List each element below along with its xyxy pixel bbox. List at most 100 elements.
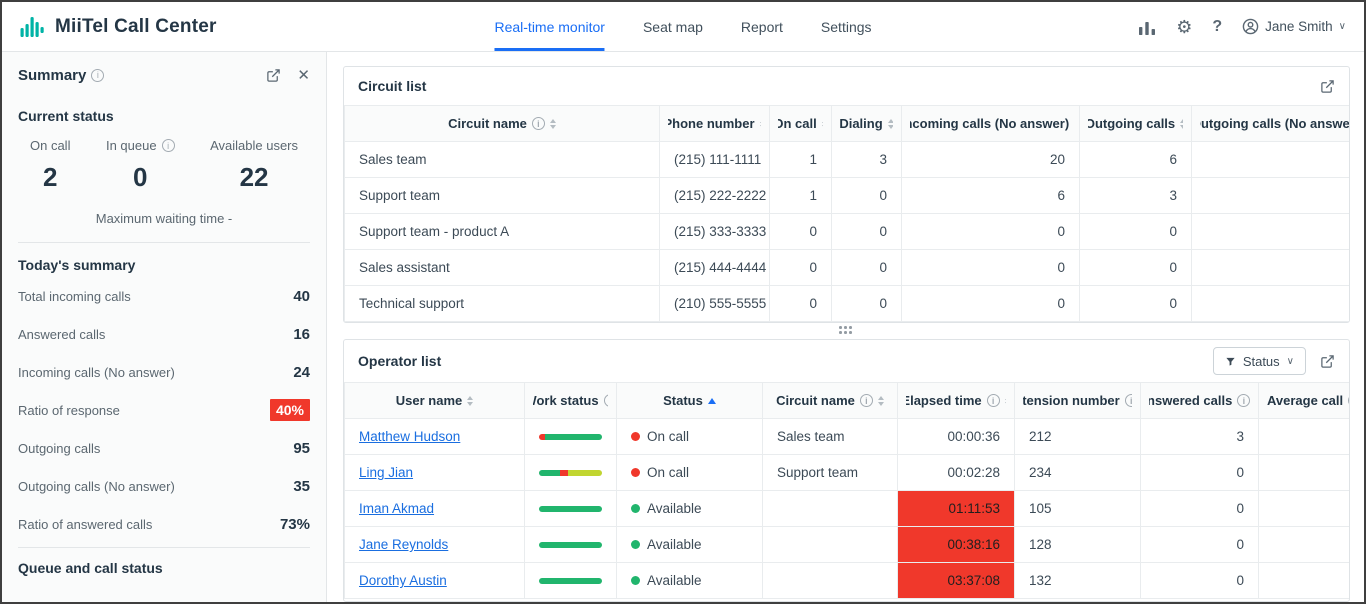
phone-cell: (215) 222-2222: [659, 177, 770, 214]
tab-report[interactable]: Report: [741, 2, 783, 51]
summary-row-value: 73%: [279, 515, 310, 533]
funnel-icon: [1225, 356, 1236, 367]
operator-name-link[interactable]: Dorothy Austin: [359, 573, 447, 588]
operator-list-open-external-icon[interactable]: [1320, 354, 1335, 369]
sidebar-divider: [18, 547, 310, 548]
sort-ascending-icon: [707, 397, 716, 404]
info-icon[interactable]: [859, 394, 873, 407]
sort-icon: [821, 118, 823, 129]
work-status-cell: [524, 454, 617, 491]
analytics-chart-icon[interactable]: [1138, 19, 1156, 35]
todays-summary-list: Total incoming calls 40 Answered calls 1…: [18, 277, 310, 543]
maximum-waiting-time: Maximum waiting time -: [95, 211, 233, 226]
col-phone-number[interactable]: Phone number: [659, 105, 770, 142]
summary-row-value: 95: [293, 439, 310, 457]
tab-seat-map[interactable]: Seat map: [643, 2, 703, 51]
col-circuit-name[interactable]: Circuit name: [762, 382, 898, 419]
status-dot: [631, 504, 640, 513]
summary-row-value: 40: [293, 287, 310, 305]
sort-icon: [467, 395, 474, 406]
metric-on-call-label: On call: [30, 138, 71, 153]
elapsed-time-cell: 00:02:28: [897, 454, 1015, 491]
col-outgoing-no-answer[interactable]: Outgoing calls (No answer): [1191, 105, 1349, 142]
col-status[interactable]: Status: [616, 382, 763, 419]
operator-row: Dorothy Austin Available 03:37:08 132 0: [344, 562, 1349, 599]
circuit-list-open-external-icon[interactable]: [1320, 79, 1335, 94]
current-status-metrics: On call 2 In queue 0 Available users 22: [18, 138, 310, 193]
elapsed-time-alert-cell: 03:37:08: [897, 562, 1015, 599]
summary-close-icon[interactable]: ✕: [297, 66, 310, 84]
top-navbar: MiiTel Call Center Real-time monitor Sea…: [2, 2, 1364, 52]
info-icon[interactable]: [1124, 394, 1132, 407]
metric-on-call-value: 2: [43, 162, 58, 192]
summary-header: Summary ✕: [18, 66, 310, 85]
circuit-list-card: Circuit list Circuit name i Phone number…: [343, 66, 1350, 323]
col-work-status[interactable]: Work status: [524, 382, 617, 419]
operator-list-title: Operator list: [358, 353, 442, 369]
operator-name-link[interactable]: Jane Reynolds: [359, 537, 448, 552]
tab-settings[interactable]: Settings: [821, 2, 872, 51]
in-queue-info-icon[interactable]: [161, 139, 175, 152]
metric-available-users-value: 22: [239, 162, 269, 192]
sort-icon: [549, 118, 556, 129]
summary-row: Answered calls 16: [18, 325, 310, 343]
info-icon[interactable]: [986, 394, 1000, 407]
chevron-down-icon: ∨: [1286, 355, 1294, 367]
work-status-bar: [539, 577, 602, 584]
drag-grip-icon: [839, 326, 854, 336]
col-elapsed-time[interactable]: Elapsed time: [897, 382, 1015, 419]
status-filter-button[interactable]: Status ∨: [1212, 347, 1306, 375]
operator-list-card: Operator list Status ∨ User name ork sta…: [343, 339, 1350, 602]
sort-icon: [1180, 118, 1183, 129]
circuit-row: Sales assistant (215) 444-4444 0 0 0 0: [344, 249, 1349, 286]
circuit-list-title: Circuit list: [358, 78, 427, 94]
circuit-name-cell: Technical support: [344, 285, 660, 322]
help-icon[interactable]: ?: [1212, 18, 1222, 35]
chevron-down-icon: ∨: [1338, 21, 1346, 32]
metric-in-queue-value: 0: [133, 162, 148, 192]
col-average-call[interactable]: Average call: [1258, 382, 1349, 419]
metric-in-queue-label: In queue: [105, 138, 157, 153]
info-icon[interactable]: [531, 117, 545, 130]
work-status-bar: [539, 541, 602, 548]
work-status-bar: [539, 505, 602, 512]
navbar-actions: ⚙ ? Jane Smith ∨: [1138, 18, 1346, 36]
tab-realtime-monitor[interactable]: Real-time monitor: [494, 2, 605, 51]
status-cell: Available: [616, 490, 763, 527]
col-answered-calls[interactable]: Answered calls: [1140, 382, 1259, 419]
work-status-bar: [539, 433, 602, 440]
user-menu[interactable]: Jane Smith ∨: [1242, 18, 1346, 35]
info-icon[interactable]: [1348, 394, 1349, 407]
summary-row: Ratio of answered calls 73%: [18, 515, 310, 533]
circuit-name-cell: Sales assistant: [344, 249, 660, 286]
gear-icon[interactable]: ⚙: [1176, 18, 1192, 36]
panel-resize-handle[interactable]: [343, 323, 1350, 339]
operator-name-link[interactable]: Ling Jian: [359, 465, 413, 480]
status-dot: [631, 432, 640, 441]
metric-on-call: On call 2: [30, 138, 70, 193]
col-outgoing-calls[interactable]: Outgoing calls: [1079, 105, 1192, 142]
work-status-bar: [539, 469, 602, 476]
queue-and-call-status-heading: Queue and call status: [18, 560, 163, 576]
operator-table: User name Work status Status Circuit nam…: [344, 382, 1349, 599]
status-dot: [631, 576, 640, 585]
operator-name-link[interactable]: Iman Akmad: [359, 501, 434, 516]
summary-row: Outgoing calls (No answer) 35: [18, 477, 310, 495]
work-status-cell: [524, 526, 617, 563]
summary-sidebar: Summary ✕ Current status On call 2 In qu…: [2, 52, 327, 602]
summary-info-icon[interactable]: [91, 68, 105, 82]
summary-open-external-icon[interactable]: [266, 68, 281, 83]
info-icon[interactable]: [603, 394, 608, 407]
operator-name-link[interactable]: Matthew Hudson: [359, 429, 460, 444]
col-extension-number[interactable]: Extension number: [1014, 382, 1141, 419]
col-dialing[interactable]: Dialing: [831, 105, 902, 142]
col-on-call[interactable]: On call: [769, 105, 832, 142]
work-status-cell: [524, 562, 617, 599]
info-icon[interactable]: [1237, 394, 1250, 407]
col-circuit-name[interactable]: Circuit name: [344, 105, 660, 142]
elapsed-time-alert-cell: 01:11:53: [897, 490, 1015, 527]
col-user-name[interactable]: User name: [344, 382, 525, 419]
sort-icon: [759, 118, 761, 129]
operator-row: Matthew Hudson On call Sales team 00:00:…: [344, 418, 1349, 455]
col-incoming-no-answer[interactable]: Incoming calls (No answer): [901, 105, 1080, 142]
